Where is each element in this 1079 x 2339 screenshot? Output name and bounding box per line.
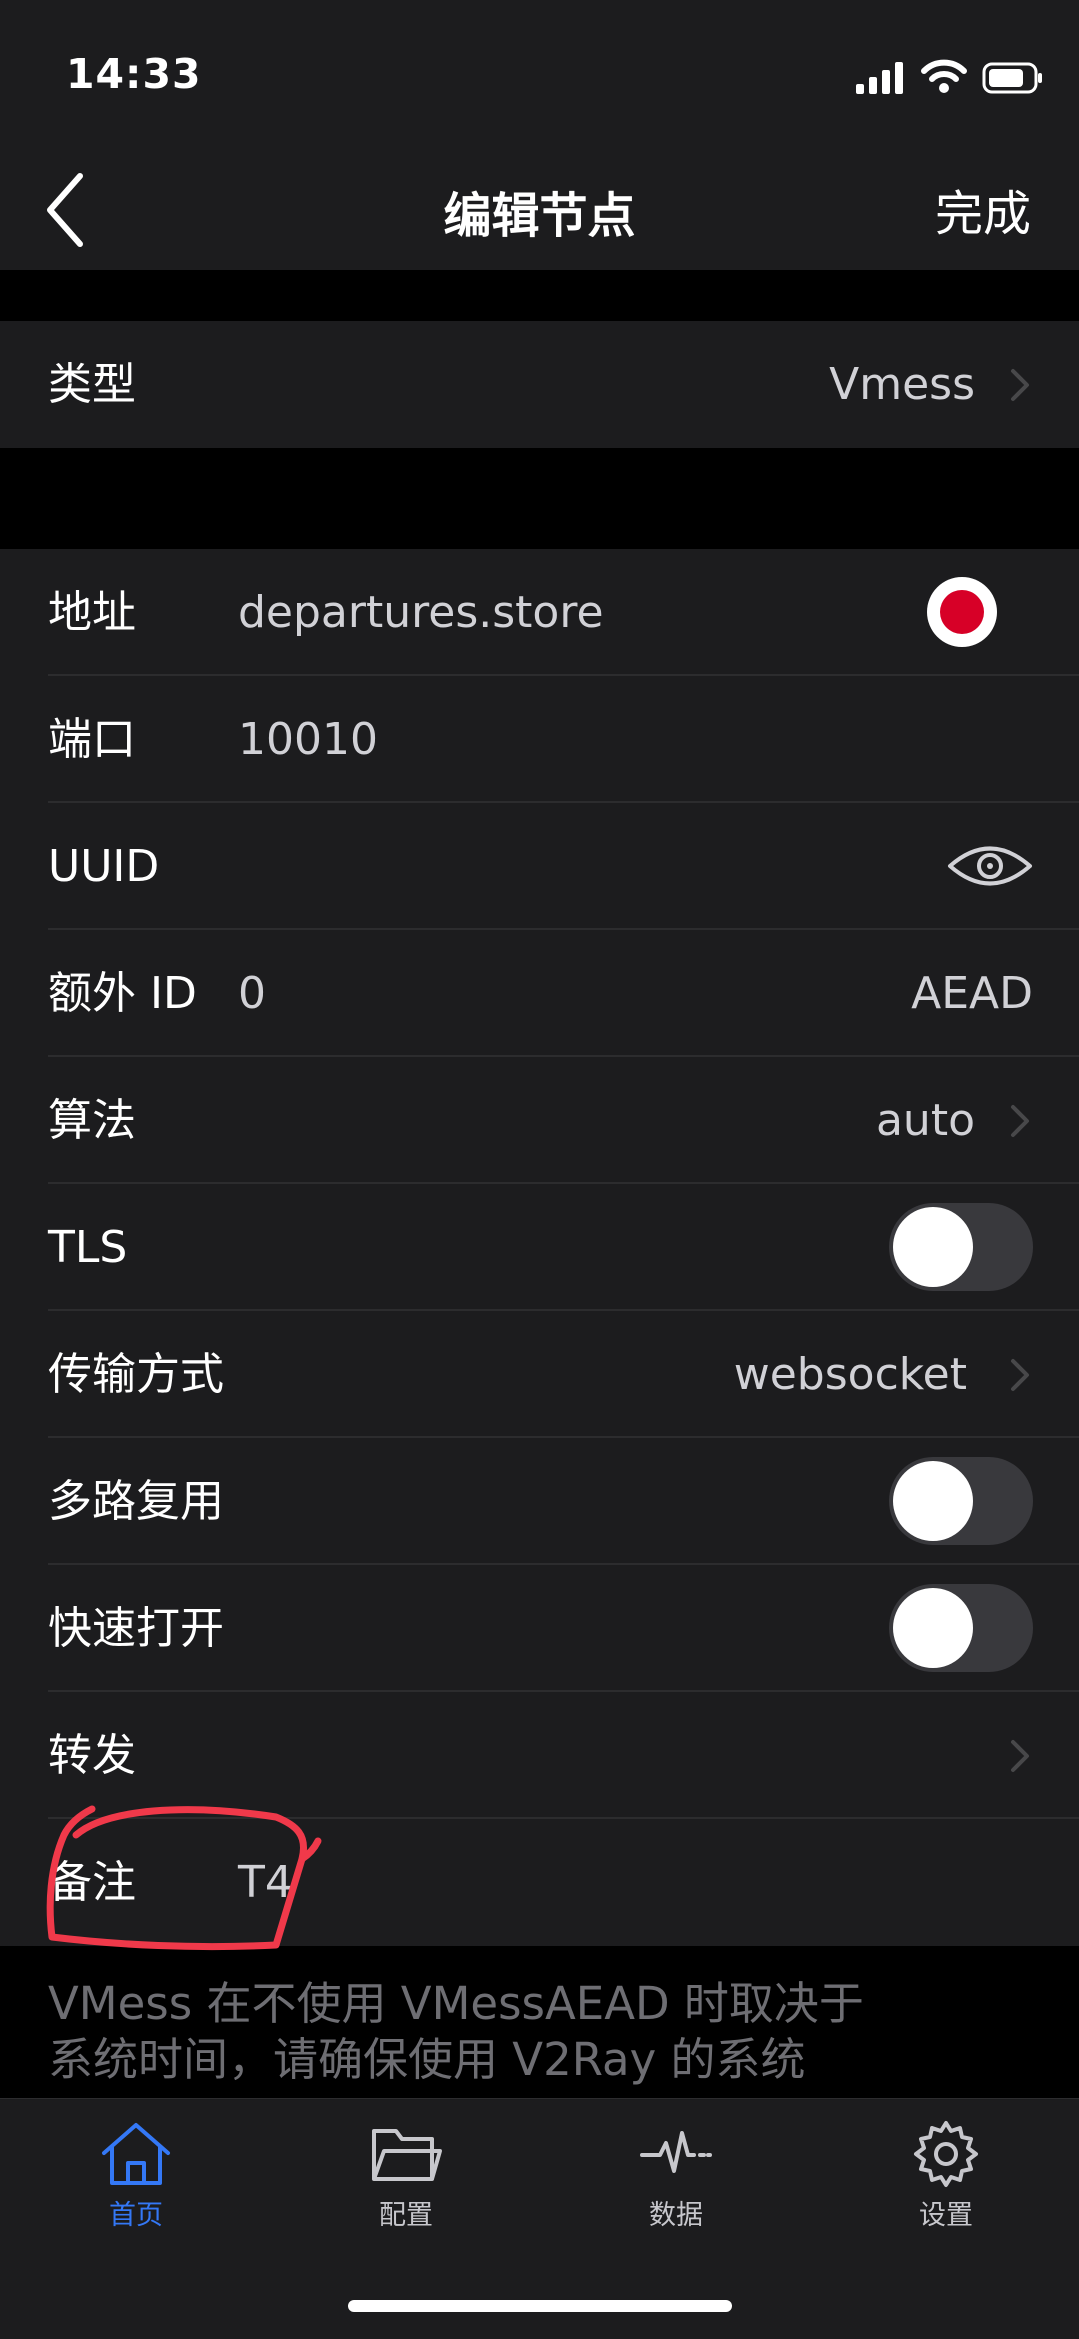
- tab-label: 配置: [379, 2200, 433, 2231]
- type-label: 类型: [48, 359, 136, 410]
- tls-toggle[interactable]: [889, 1203, 1033, 1291]
- chevron-right-icon: [1011, 1105, 1029, 1137]
- chevron-right-icon: [1011, 1359, 1029, 1391]
- status-time: 14:33: [66, 50, 202, 98]
- tab-label: 首页: [109, 2200, 163, 2231]
- transport-label: 传输方式: [48, 1349, 224, 1400]
- chevron-right-icon: [1011, 369, 1029, 401]
- multiplex-label: 多路复用: [48, 1476, 224, 1527]
- red-annotation-scribble: [46, 1805, 322, 1951]
- tab-label: 设置: [919, 2200, 973, 2231]
- tls-label: TLS: [48, 1222, 128, 1273]
- fast-open-row: 快速打开: [0, 1565, 1079, 1692]
- extra-id-input[interactable]: 0: [238, 930, 266, 1057]
- footer-note-line: VMess 在不使用 VMessAEAD 时取决于: [48, 1977, 864, 2030]
- type-value: Vmess: [829, 359, 975, 410]
- footer-note: VMess 在不使用 VMessAEAD 时取决于 系统时间，请确保使用 V2R…: [48, 1976, 1038, 2088]
- uuid-row[interactable]: UUID: [0, 803, 1079, 930]
- type-row[interactable]: 类型 Vmess: [0, 321, 1079, 448]
- status-bar: 14:33: [0, 0, 1079, 140]
- folder-icon: [372, 2129, 442, 2181]
- footer-note-line: 系统时间，请确保使用 V2Ray 的系统: [48, 2033, 806, 2086]
- tab-label: 数据: [649, 2200, 703, 2231]
- transport-row[interactable]: 传输方式 websocket: [0, 1311, 1079, 1438]
- multiplex-toggle[interactable]: [889, 1457, 1033, 1545]
- done-button[interactable]: 完成: [935, 174, 1031, 244]
- extra-id-label: 额外 ID: [48, 968, 197, 1019]
- tab-data[interactable]: 数据: [596, 2119, 756, 2232]
- uuid-label: UUID: [48, 841, 160, 892]
- tls-row: TLS: [0, 1184, 1079, 1311]
- home-indicator[interactable]: [348, 2300, 732, 2312]
- battery-icon: [982, 62, 1042, 94]
- port-row[interactable]: 端口 10010: [0, 676, 1079, 803]
- fast-open-toggle[interactable]: [889, 1584, 1033, 1672]
- tab-home[interactable]: 首页: [56, 2119, 216, 2232]
- record-dot-icon: [940, 590, 984, 634]
- gear-icon: [914, 2121, 978, 2187]
- nav-bar: 编辑节点 完成: [0, 140, 1079, 270]
- aead-label: AEAD: [911, 968, 1033, 1019]
- address-label: 地址: [48, 587, 136, 638]
- eye-icon[interactable]: [947, 841, 1033, 891]
- multiplex-row: 多路复用: [0, 1438, 1079, 1565]
- home-icon: [102, 2123, 170, 2185]
- pulse-icon: [640, 2131, 712, 2173]
- address-input[interactable]: departures.store: [238, 549, 604, 676]
- tab-settings[interactable]: 设置: [866, 2119, 1026, 2232]
- algorithm-label: 算法: [48, 1095, 136, 1146]
- tab-config[interactable]: 配置: [326, 2119, 486, 2232]
- type-section: 类型 Vmess: [0, 321, 1079, 448]
- transport-value: websocket: [733, 1349, 967, 1400]
- extra-id-row[interactable]: 额外 ID 0 AEAD: [0, 930, 1079, 1057]
- algorithm-value: auto: [875, 1095, 975, 1146]
- port-label: 端口: [48, 714, 136, 765]
- chevron-right-icon: [1011, 1740, 1029, 1772]
- fast-open-label: 快速打开: [48, 1603, 224, 1654]
- port-input[interactable]: 10010: [238, 676, 378, 803]
- wifi-icon: [921, 59, 967, 93]
- record-button[interactable]: [927, 577, 997, 647]
- algorithm-row[interactable]: 算法 auto: [0, 1057, 1079, 1184]
- address-row[interactable]: 地址 departures.store: [0, 549, 1079, 676]
- page-title: 编辑节点: [443, 188, 636, 244]
- cellular-signal-icon: [856, 62, 903, 94]
- settings-section: 地址 departures.store 端口 10010 UUID 额外 ID …: [0, 549, 1079, 1946]
